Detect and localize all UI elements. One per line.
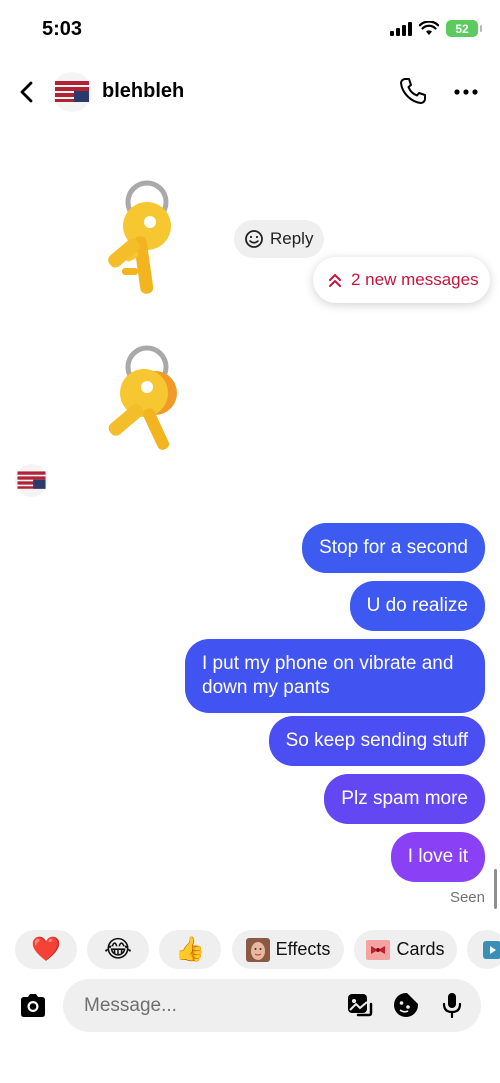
cards-label: Cards bbox=[396, 939, 445, 959]
new-messages-label: 2 new messages bbox=[351, 270, 479, 289]
heart-emoji-icon: ❤️ bbox=[31, 936, 61, 963]
status-bar: 5:03 52 bbox=[0, 0, 500, 60]
wifi-icon bbox=[419, 21, 439, 35]
heart-reaction-button[interactable]: ❤️ bbox=[15, 930, 77, 969]
battery-level: 52 bbox=[455, 21, 469, 36]
message-bubble[interactable]: So keep sending stuff bbox=[268, 716, 485, 766]
message-composer: Message... bbox=[0, 978, 500, 1034]
gallery-icon[interactable] bbox=[345, 991, 373, 1019]
effects-label: Effects bbox=[275, 939, 331, 959]
signal-icon bbox=[390, 21, 412, 36]
message-bubble[interactable]: I love it bbox=[390, 832, 485, 882]
reply-button[interactable]: Reply bbox=[234, 220, 324, 258]
play-video-icon bbox=[483, 940, 500, 959]
thumbs-up-reaction-button[interactable]: 👍 bbox=[159, 930, 221, 969]
keys-sticker[interactable] bbox=[92, 178, 187, 298]
phone-call-icon[interactable] bbox=[398, 76, 428, 106]
avatar[interactable] bbox=[52, 72, 92, 112]
message-input[interactable]: Message... bbox=[63, 979, 481, 1032]
status-time: 5:03 bbox=[42, 18, 83, 40]
scrollbar[interactable] bbox=[494, 869, 497, 909]
battery-icon: 52 bbox=[446, 20, 482, 37]
message-bubble[interactable]: U do realize bbox=[349, 581, 485, 631]
chat-title[interactable]: blehbleh bbox=[102, 80, 184, 103]
message-bubble[interactable]: Plz spam more bbox=[324, 774, 485, 824]
sticker-icon[interactable] bbox=[392, 991, 420, 1019]
camera-icon[interactable] bbox=[17, 990, 49, 1022]
laugh-reaction-button[interactable]: 😂 bbox=[87, 930, 149, 969]
laughing-emoji-icon: 😂 bbox=[103, 936, 133, 963]
sender-avatar[interactable] bbox=[15, 464, 48, 497]
flag-avatar-image bbox=[15, 464, 48, 497]
seen-label: Seen bbox=[449, 889, 485, 906]
reply-label: Reply bbox=[270, 229, 314, 248]
microphone-icon[interactable] bbox=[438, 991, 466, 1019]
chat-header: blehbleh bbox=[0, 62, 500, 122]
cards-button[interactable]: Cards bbox=[354, 930, 457, 969]
status-icons: 52 bbox=[390, 20, 482, 37]
keys-sticker[interactable] bbox=[92, 345, 192, 460]
flag-avatar-image bbox=[52, 72, 92, 112]
message-bubble[interactable]: Stop for a second bbox=[302, 523, 485, 573]
effects-button[interactable]: Effects bbox=[232, 930, 344, 969]
quick-actions-row: ❤️ 😂 👍 Effects Cards bbox=[0, 930, 500, 970]
thumbs-up-emoji-icon: 👍 bbox=[175, 936, 205, 963]
more-tools-button[interactable] bbox=[467, 930, 500, 969]
message-placeholder: Message... bbox=[84, 995, 177, 1016]
effects-face-icon bbox=[245, 937, 270, 962]
message-bubble[interactable]: I put my phone on vibrate and down my pa… bbox=[185, 639, 485, 713]
more-options-icon[interactable] bbox=[452, 80, 480, 104]
new-messages-pill[interactable]: 2 new messages bbox=[313, 257, 490, 303]
double-chevron-up-icon bbox=[329, 273, 341, 287]
gift-card-icon bbox=[366, 939, 391, 960]
smiley-face-icon bbox=[245, 230, 263, 248]
back-arrow-icon[interactable] bbox=[14, 76, 42, 108]
